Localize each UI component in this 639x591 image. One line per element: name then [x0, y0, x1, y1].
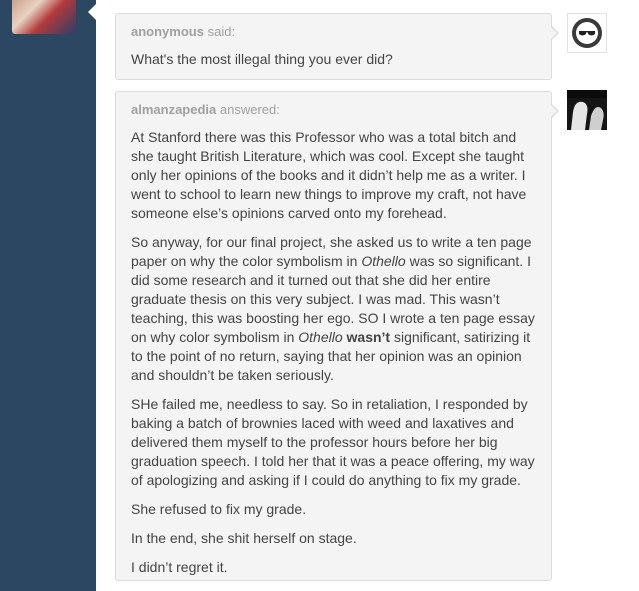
post-notch [88, 4, 96, 20]
answer-body: At Stanford there was this Professor who… [131, 128, 536, 587]
othello-title-2: Othello [298, 329, 343, 345]
question-tail [551, 26, 559, 40]
answerer-avatar[interactable] [567, 90, 607, 130]
answer-paragraph-5: In the end, she shit herself on stage. [131, 530, 357, 546]
question-text: What's the most illegal thing you ever d… [131, 51, 393, 67]
sunglasses-avatar-icon [572, 18, 602, 48]
othello-title-1: Othello [361, 253, 406, 269]
answer-paragraph-2: So anyway, for our final project, she as… [131, 233, 536, 385]
asker-name: anonymous [131, 24, 204, 39]
photo-avatar-icon [567, 90, 607, 130]
anonymous-avatar[interactable] [567, 13, 607, 53]
answer-paragraph-3: SHe failed me, needless to say. So in re… [131, 396, 535, 488]
answer-paragraph-1: At Stanford there was this Professor who… [131, 129, 527, 221]
question-bubble: anonymous said: What's the most illegal … [115, 13, 559, 80]
answerer-verb: answered: [219, 102, 280, 117]
answerer-name[interactable]: almanzapedia [131, 102, 216, 117]
question-meta: anonymous said: [131, 24, 235, 39]
answer-tail [551, 104, 559, 118]
answer-meta: almanzapedia answered: [131, 102, 280, 117]
answer-paragraph-4: She refused to fix my grade. [131, 501, 307, 517]
asker-verb: said: [207, 24, 236, 39]
answer-paragraph-6: I didn’t regret it. [131, 559, 228, 575]
poster-avatar[interactable] [12, 0, 76, 34]
answer-bubble: almanzapedia answered: At Stanford there… [115, 91, 559, 581]
wasnt-bold: wasn’t [346, 329, 391, 345]
